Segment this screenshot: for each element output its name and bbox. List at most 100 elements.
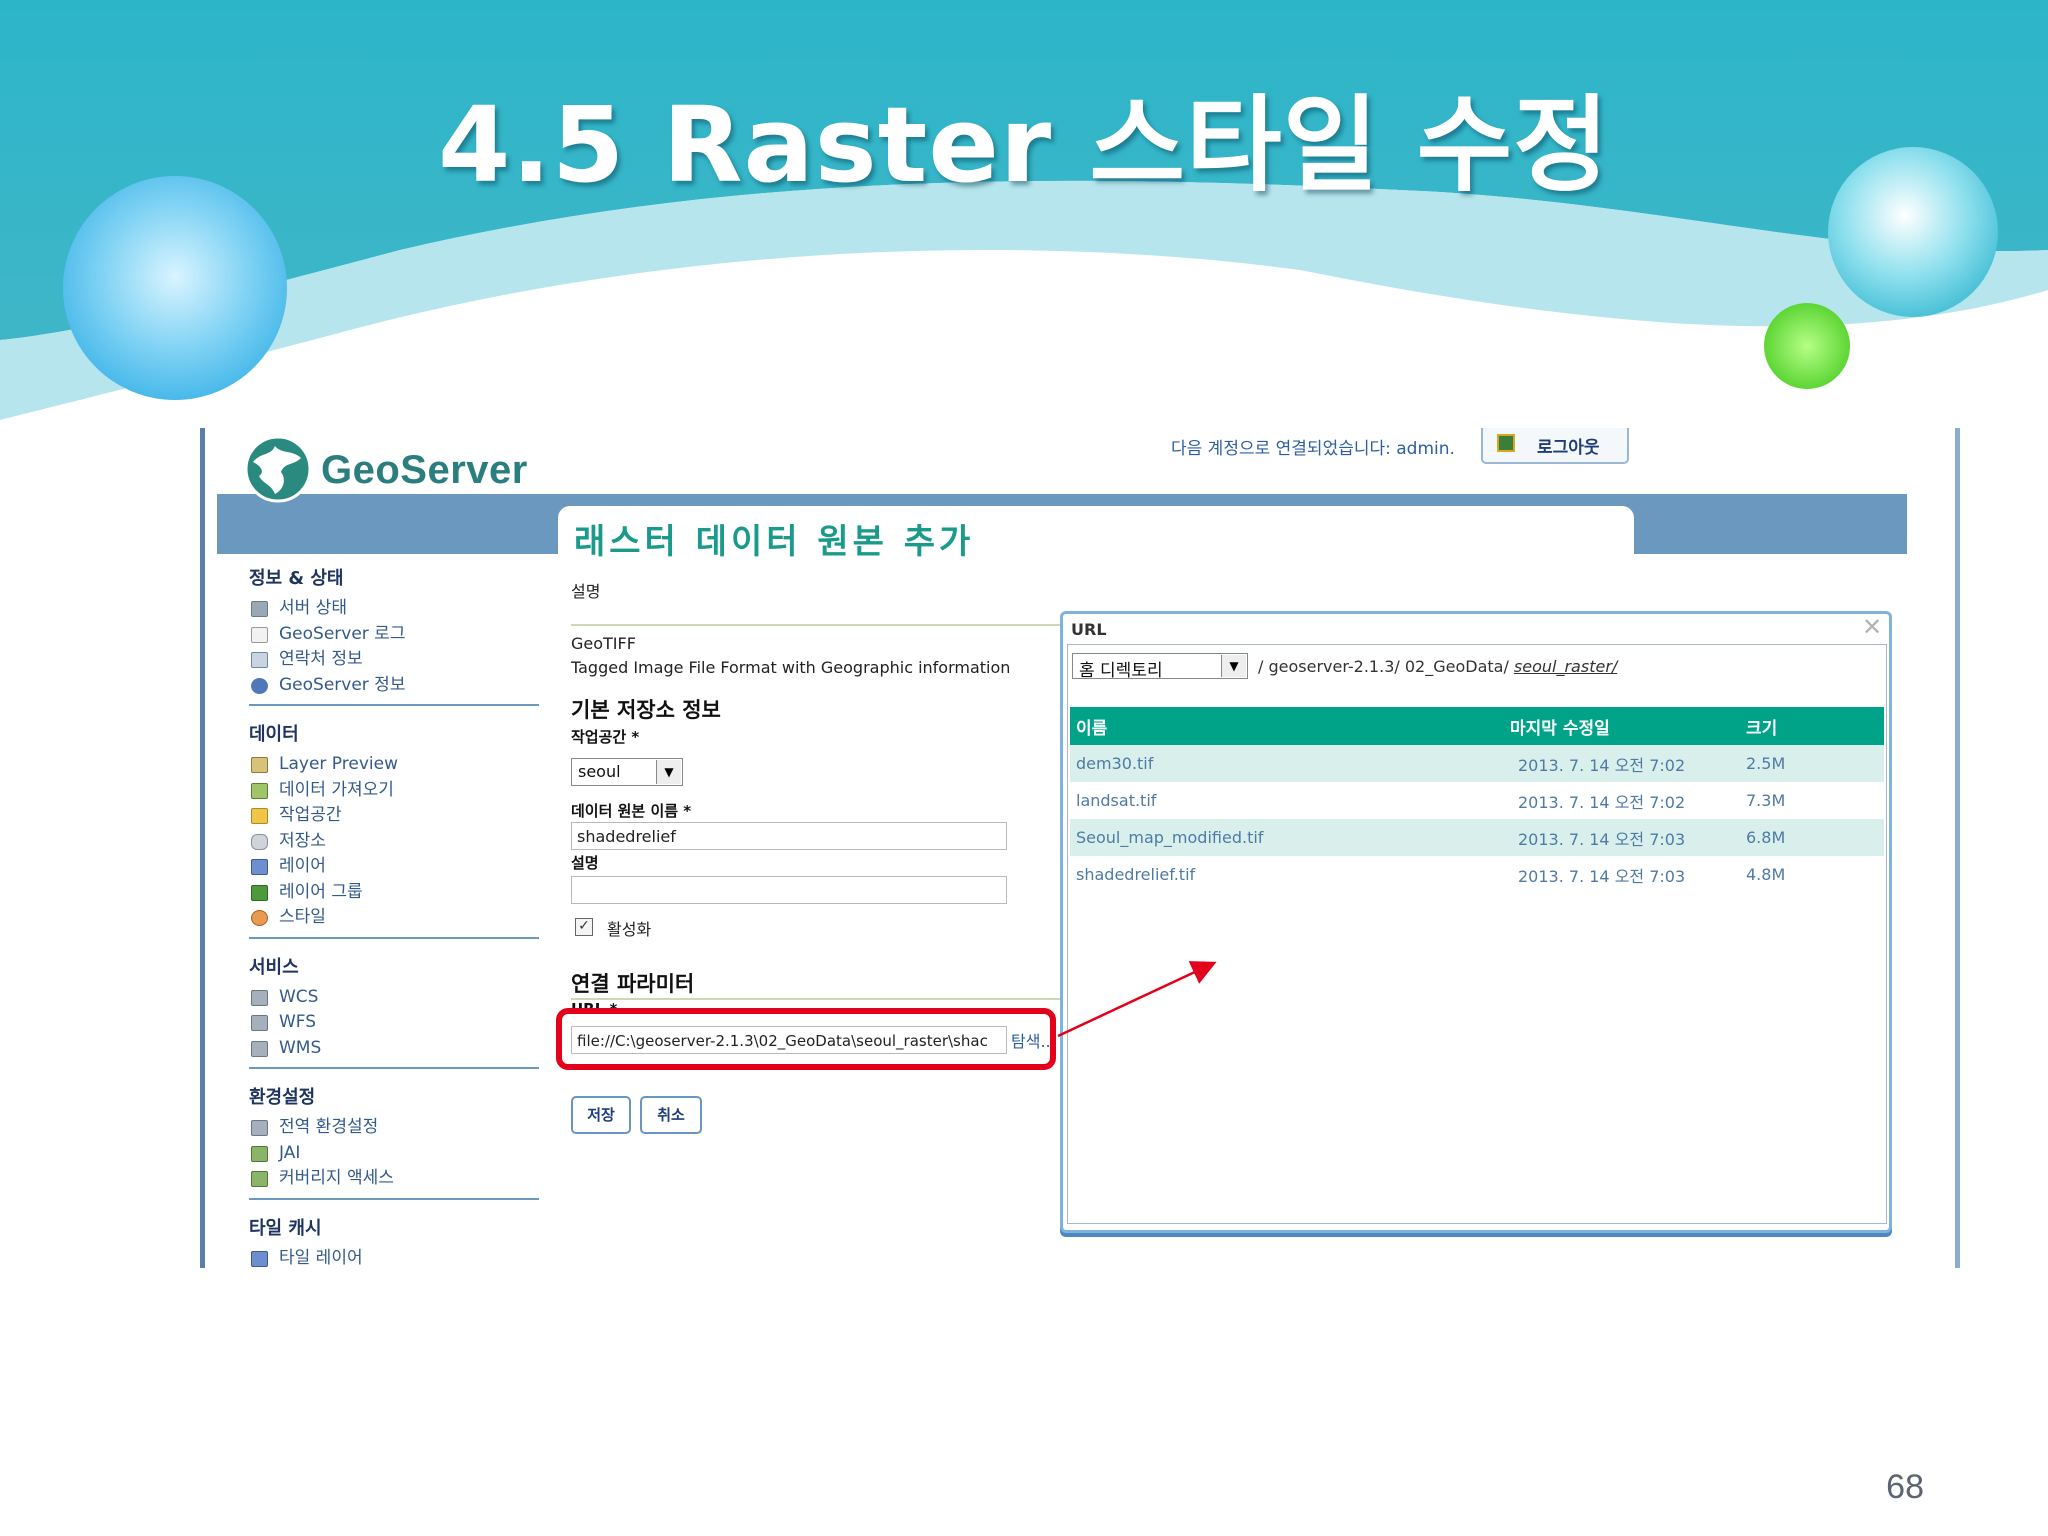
close-icon[interactable]: ✕: [1861, 615, 1883, 639]
sidebar-item-about-geoserver[interactable]: GeoServer 정보: [249, 673, 539, 699]
file-modified: 2013. 7. 14 오전 7:02: [1518, 792, 1686, 812]
sidebar-item-global-settings[interactable]: 전역 환경설정: [249, 1115, 539, 1141]
sidebar-item-jai[interactable]: JAI: [249, 1141, 539, 1167]
file-size: 6.8M: [1730, 819, 1884, 856]
enabled-checkbox[interactable]: ✓: [575, 918, 593, 936]
enabled-label: 활성화: [607, 920, 652, 939]
logout-icon: [1497, 434, 1515, 452]
sidebar-section-title: 정보 & 상태: [249, 568, 344, 589]
datasource-name-label: 데이터 원본 이름 *: [571, 802, 692, 820]
breadcrumb-path: / geoserver-2.1.3/ 02_GeoData/: [1258, 657, 1514, 676]
breadcrumb-current-folder[interactable]: seoul_raster/: [1514, 657, 1617, 676]
document-icon: [251, 626, 268, 643]
sidebar-section-title: 타일 캐시: [249, 1217, 322, 1239]
directory-select[interactable]: 홈 디렉토리 ▼: [1072, 653, 1248, 681]
sidebar-item-stores[interactable]: 저장소: [249, 829, 539, 855]
description-label: 설명: [571, 582, 601, 601]
breadcrumb: / geoserver-2.1.3/ 02_GeoData/ seoul_ras…: [1258, 657, 1617, 676]
service-icon: [251, 1040, 268, 1057]
sidebar-item-workspaces[interactable]: 작업공간: [249, 803, 539, 829]
table-row[interactable]: shadedrelief.tif 2013. 7. 14 오전 7:03 4.8…: [1070, 856, 1884, 893]
folder-icon: [251, 808, 268, 824]
file-table: 이름 마지막 수정일 크기 dem30.tif 2013. 7. 14 오전 7…: [1070, 707, 1884, 893]
sidebar-section-settings: 환경설정 전역 환경설정 JAI 커버리지 액세스: [249, 1083, 539, 1200]
sidebar-item-label: 타일 레이어: [279, 1247, 363, 1268]
sidebar-item-layers[interactable]: 레이어: [249, 854, 539, 880]
sidebar-item-geoserver-log[interactable]: GeoServer 로그: [249, 622, 539, 648]
sidebar-section-title: 데이터: [249, 724, 299, 745]
save-button[interactable]: 저장: [571, 1096, 631, 1134]
sidebar-item-import-data[interactable]: 데이터 가져오기: [249, 778, 539, 804]
sidebar-item-label: 커버리지 액세스: [279, 1168, 394, 1188]
sidebar-item-wcs[interactable]: WCS: [249, 985, 539, 1011]
file-name[interactable]: landsat.tif: [1070, 782, 1510, 819]
page-title: 래스터 데이터 원본 추가: [574, 522, 975, 562]
description-input[interactable]: [571, 876, 1007, 904]
map-icon: [251, 757, 268, 773]
column-header-name[interactable]: 이름: [1070, 707, 1510, 745]
sidebar-item-coverage-access[interactable]: 커버리지 액세스: [249, 1166, 539, 1192]
server-status-icon: [251, 601, 268, 617]
sidebar-item-label: WFS: [279, 1012, 317, 1032]
table-row[interactable]: landsat.tif 2013. 7. 14 오전 7:02 7.3M: [1070, 782, 1884, 819]
sidebar-item-label: 서버 상태: [279, 598, 347, 618]
slide-title: 4.5 Raster 스타일 수정: [438, 84, 1610, 206]
sidebar-item-label: 데이터 가져오기: [279, 779, 394, 800]
sidebar-section-title: 서비스: [249, 956, 299, 978]
logout-button[interactable]: 로그아웃: [1481, 428, 1629, 464]
sidebar-item-wfs[interactable]: WFS: [249, 1010, 539, 1036]
sidebar-item-label: Layer Preview: [279, 754, 398, 774]
cancel-button[interactable]: 취소: [640, 1096, 702, 1134]
geoserver-logo-text: GeoServer: [321, 448, 528, 492]
sidebar-item-label: GeoServer 정보: [279, 674, 406, 695]
settings-icon: [251, 1120, 268, 1136]
connection-params-heading: 연결 파라미터: [571, 972, 695, 996]
file-browser: 홈 디렉토리 ▼ / geoserver-2.1.3/ 02_GeoData/ …: [1067, 644, 1887, 1224]
sidebar-item-label: WCS: [279, 986, 319, 1007]
sidebar-section-tile-caching: 타일 캐시 타일 레이어: [249, 1214, 539, 1269]
format-name: GeoTIFF: [571, 634, 636, 653]
url-file-chooser-dialog: URL ✕ 홈 디렉토리 ▼ / geoserver-2.1.3/ 02_Geo…: [1060, 611, 1892, 1233]
datasource-name-input[interactable]: shadedrelief: [571, 822, 1007, 850]
table-row[interactable]: dem30.tif 2013. 7. 14 오전 7:02 2.5M: [1070, 745, 1884, 782]
sidebar-item-layer-groups[interactable]: 레이어 그룹: [249, 880, 539, 906]
workspace-select[interactable]: seoul ▼: [571, 758, 683, 786]
dialog-title: URL: [1071, 620, 1107, 639]
file-name[interactable]: dem30.tif: [1070, 745, 1510, 782]
table-row[interactable]: Seoul_map_modified.tif 2013. 7. 14 오전 7:…: [1070, 819, 1884, 856]
database-icon: [251, 833, 268, 850]
sidebar-item-label: 레이어 그룹: [279, 881, 363, 902]
sidebar-item-styles[interactable]: 스타일: [249, 905, 539, 931]
form-buttons: 저장 취소: [571, 1096, 771, 1136]
image-icon: [251, 1171, 268, 1187]
chevron-down-icon: ▼: [656, 760, 681, 784]
sidebar-item-server-status[interactable]: 서버 상태: [249, 596, 539, 622]
sidebar-item-layer-preview[interactable]: Layer Preview: [249, 752, 539, 778]
column-header-size[interactable]: 크기: [1730, 707, 1884, 745]
sidebar-item-tile-layers[interactable]: 타일 레이어: [249, 1246, 539, 1269]
geoserver-screenshot: GeoServer 다음 계정으로 연결되었습니다: admin. 로그아웃 정…: [200, 428, 1960, 1268]
logout-label: 로그아웃: [1537, 438, 1600, 458]
sidebar-item-label: 스타일: [279, 907, 326, 927]
file-size: 4.8M: [1746, 865, 1786, 884]
layer-icon: [251, 859, 268, 875]
divider: [571, 624, 1071, 626]
palette-icon: [251, 910, 268, 926]
file-name[interactable]: Seoul_map_modified.tif: [1070, 819, 1510, 856]
geoserver-globe-icon: [244, 435, 312, 503]
import-map-icon: [251, 782, 268, 799]
sidebar-item-label: GeoServer 로그: [279, 623, 406, 644]
page-number: 68: [1886, 1468, 1924, 1506]
sidebar-item-label: JAI: [279, 1142, 301, 1163]
column-header-modified[interactable]: 마지막 수정일: [1510, 707, 1730, 745]
sidebar-item-label: 작업공간: [279, 805, 342, 825]
file-name[interactable]: shadedrelief.tif: [1070, 856, 1510, 893]
file-size: 7.3M: [1746, 791, 1786, 810]
file-modified: 2013. 7. 14 오전 7:03: [1518, 866, 1686, 886]
chevron-down-icon: ▼: [1221, 655, 1246, 677]
description-field-label: 설명: [571, 854, 599, 872]
sidebar-item-contact-info[interactable]: 연락처 정보: [249, 647, 539, 673]
sidebar-section-services: 서비스 WCS WFS WMS: [249, 953, 539, 1069]
sidebar-section-about: 정보 & 상태 서버 상태 GeoServer 로그 연락처 정보 GeoSer…: [249, 564, 539, 706]
sidebar-item-wms[interactable]: WMS: [249, 1036, 539, 1062]
